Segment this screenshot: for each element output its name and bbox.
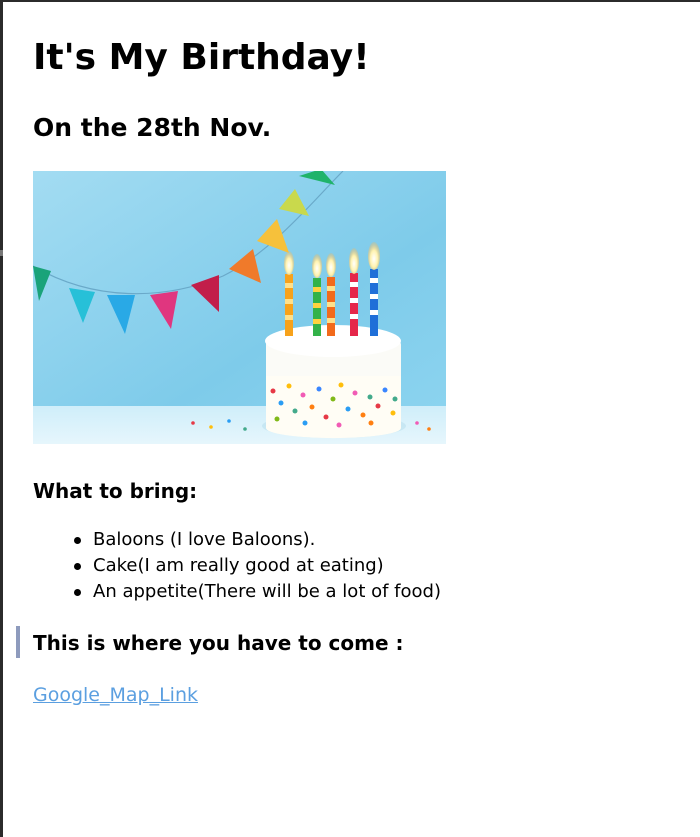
- page-subtitle: On the 28th Nov.: [33, 113, 272, 142]
- birthday-cake-image: [33, 171, 446, 444]
- list-item: An appetite(There will be a lot of food): [74, 579, 441, 605]
- location-heading: This is where you have to come :: [33, 631, 404, 655]
- list-item: Baloons (I love Baloons).: [74, 527, 441, 553]
- list-item: Cake(I am really good at eating): [74, 553, 441, 579]
- window-top-border: [0, 0, 700, 2]
- window-left-border: [0, 0, 3, 837]
- window-resize-mark: [0, 250, 3, 256]
- bring-heading: What to bring:: [33, 479, 198, 503]
- google-map-link[interactable]: Google_Map_Link: [33, 682, 198, 708]
- blockquote-bar: [16, 626, 20, 658]
- bring-list: Baloons (I love Baloons). Cake(I am real…: [33, 527, 441, 605]
- page-title: It's My Birthday!: [33, 37, 370, 78]
